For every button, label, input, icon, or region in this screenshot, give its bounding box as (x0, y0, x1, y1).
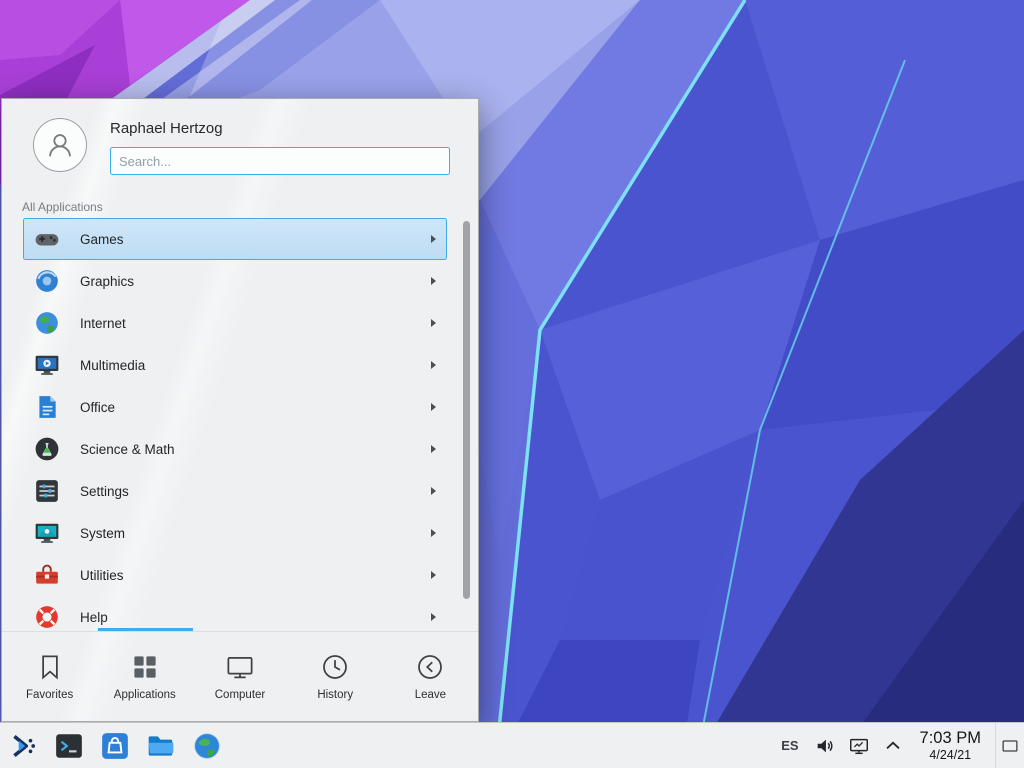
app-browser-button[interactable] (184, 723, 230, 768)
category-icon (34, 436, 60, 462)
category-icon (34, 352, 60, 378)
category-icon (34, 520, 60, 546)
active-tab-indicator (98, 628, 193, 631)
tab-icon (35, 652, 65, 682)
category-office[interactable]: Office (23, 386, 447, 428)
clock-time: 7:03 PM (920, 729, 981, 747)
category-settings[interactable]: Settings (23, 470, 447, 512)
tab-history[interactable]: History (288, 632, 383, 721)
category-system[interactable]: System (23, 512, 447, 554)
category-label: Graphics (80, 274, 431, 289)
tab-label: Computer (215, 689, 266, 701)
category-science[interactable]: Science & Math (23, 428, 447, 470)
taskbar-apps (0, 723, 230, 768)
tab-icon (415, 652, 445, 682)
speaker-icon[interactable] (814, 735, 836, 757)
tab-bar: Favorites Applications Computer (2, 631, 478, 721)
category-games[interactable]: Games (23, 218, 447, 260)
application-launcher-menu: Raphael Hertzog All Applications Games (1, 98, 479, 722)
search-input[interactable] (110, 147, 450, 175)
category-label: Utilities (80, 568, 431, 583)
app-terminal-button[interactable] (46, 723, 92, 768)
category-list: Games Graphics Internet (23, 218, 447, 631)
tab-label: Favorites (26, 689, 73, 701)
tab-favorites[interactable]: Favorites (2, 632, 97, 721)
category-label: Multimedia (80, 358, 431, 373)
app-discover-button[interactable] (92, 723, 138, 768)
desktop: Raphael Hertzog All Applications Games (0, 0, 1024, 768)
network-icon[interactable] (848, 735, 870, 757)
category-internet[interactable]: Internet (23, 302, 447, 344)
tab-label: Leave (415, 689, 446, 701)
category-icon (34, 394, 60, 420)
clock-date: 4/24/21 (920, 748, 981, 762)
tab-label: Applications (114, 689, 176, 701)
category-icon (34, 310, 60, 336)
category-label: Internet (80, 316, 431, 331)
scrollbar-thumb[interactable] (463, 221, 470, 599)
submenu-arrow-icon (431, 403, 436, 411)
submenu-arrow-icon (431, 571, 436, 579)
tray-expander-caret-up-icon[interactable] (882, 735, 904, 757)
category-label: Science & Math (80, 442, 431, 457)
tab-label: History (317, 689, 353, 701)
category-icon (34, 604, 60, 630)
category-label: Help (80, 610, 431, 625)
submenu-arrow-icon (431, 529, 436, 537)
user-name: Raphael Hertzog (110, 120, 223, 137)
submenu-arrow-icon (431, 445, 436, 453)
tab-computer[interactable]: Computer (192, 632, 287, 721)
category-icon (34, 478, 60, 504)
tab-icon (320, 652, 350, 682)
submenu-arrow-icon (431, 319, 436, 327)
taskbar: ES 7:03 PM 4/24/21 (0, 722, 1024, 768)
clock[interactable]: 7:03 PM 4/24/21 (920, 729, 981, 761)
category-label: Office (80, 400, 431, 415)
tab-icon (225, 652, 255, 682)
app-launcher-button[interactable] (0, 723, 46, 768)
show-desktop-icon (999, 735, 1021, 757)
tab-icon (130, 652, 160, 682)
tab-leave[interactable]: Leave (383, 632, 478, 721)
category-multimedia[interactable]: Multimedia (23, 344, 447, 386)
category-label: Games (80, 232, 431, 247)
system-tray: ES 7:03 PM 4/24/21 (772, 723, 1024, 768)
scrollbar[interactable] (463, 221, 470, 631)
avatar[interactable] (33, 118, 87, 172)
user-icon (43, 128, 77, 162)
category-label: System (80, 526, 431, 541)
category-graphics[interactable]: Graphics (23, 260, 447, 302)
submenu-arrow-icon (431, 235, 436, 243)
category-utilities[interactable]: Utilities (23, 554, 447, 596)
category-icon (34, 268, 60, 294)
submenu-arrow-icon (431, 361, 436, 369)
app-files-button[interactable] (138, 723, 184, 768)
submenu-arrow-icon (431, 277, 436, 285)
category-help[interactable]: Help (23, 596, 447, 631)
show-desktop-button[interactable] (995, 723, 1024, 768)
category-icon (34, 226, 60, 252)
category-icon (34, 562, 60, 588)
category-label: Settings (80, 484, 431, 499)
submenu-arrow-icon (431, 487, 436, 495)
submenu-arrow-icon (431, 613, 436, 621)
keyboard-layout-indicator[interactable]: ES (781, 738, 798, 753)
tab-applications[interactable]: Applications (97, 632, 192, 721)
section-label: All Applications (22, 200, 103, 214)
